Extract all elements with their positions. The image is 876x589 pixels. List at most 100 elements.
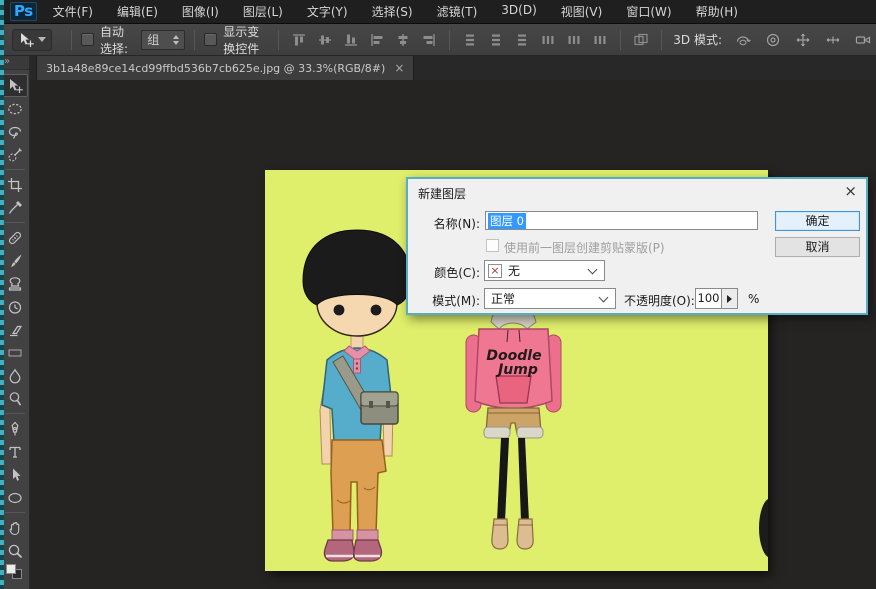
tool-lasso[interactable] xyxy=(2,120,28,143)
color-swatches[interactable] xyxy=(6,564,24,580)
align-top-edges-button[interactable] xyxy=(288,29,310,51)
menu-3D(D)[interactable]: 3D(D) xyxy=(501,3,536,20)
3d-roll-icon xyxy=(765,32,781,48)
blend-mode-dropdown[interactable]: 正常 xyxy=(484,288,616,309)
tool-eyedropper[interactable] xyxy=(2,196,28,219)
menu-文件(F)[interactable]: 文件(F) xyxy=(53,3,93,20)
opacity-slider-button[interactable] xyxy=(721,288,738,309)
color-label: 颜色(C): xyxy=(408,264,480,281)
tool-strip xyxy=(2,70,28,562)
dialog-title: 新建图层 xyxy=(418,185,466,202)
3d-rotate-button[interactable] xyxy=(730,29,756,51)
tool-marquee[interactable] xyxy=(2,97,28,120)
align-horizontal-centers-button[interactable] xyxy=(392,29,414,51)
tool-eraser[interactable] xyxy=(2,318,28,341)
layer-name-selected-text: 图层 0 xyxy=(488,213,526,229)
menu-帮助(H)[interactable]: 帮助(H) xyxy=(696,3,738,20)
3d-mode-label: 3D 模式: xyxy=(673,31,722,48)
align-left-edges-button[interactable] xyxy=(366,29,388,51)
auto-align-group xyxy=(630,29,652,51)
tool-gradient[interactable] xyxy=(2,341,28,364)
layer-name-input[interactable]: 图层 0 xyxy=(485,211,758,230)
document-tab[interactable]: 3b1a48e89ce14cd99ffbd536b7cb625e.jpg @ 3… xyxy=(36,56,414,80)
tool-blur[interactable] xyxy=(2,364,28,387)
tool-spot-healing-brush[interactable] xyxy=(2,226,28,249)
align-left-edges-icon xyxy=(369,32,385,48)
lasso-icon xyxy=(7,124,23,140)
tool-crop[interactable] xyxy=(2,173,28,196)
new-layer-dialog: 新建图层 × 名称(N): 图层 0 确定 使用前一图层创建剪贴蒙版(P) 取消… xyxy=(406,177,868,315)
distribute-horizontal-centers-button[interactable] xyxy=(563,29,585,51)
distribute-top-edges-icon xyxy=(462,32,478,48)
show-transform-controls-label: 显示变换控件 xyxy=(223,23,269,57)
ok-button[interactable]: 确定 xyxy=(775,211,860,231)
distribute-bottom-edges-button[interactable] xyxy=(511,29,533,51)
photoshop-logo: Ps xyxy=(10,2,37,21)
hand-icon xyxy=(7,520,23,536)
3d-drag-button[interactable] xyxy=(790,29,816,51)
tool-path-selection[interactable] xyxy=(2,463,28,486)
pen-icon xyxy=(7,421,23,437)
chevron-down-icon xyxy=(38,37,46,42)
3d-camera-button[interactable] xyxy=(850,29,876,51)
align-right-edges-icon xyxy=(421,32,437,48)
tool-dodge[interactable] xyxy=(2,387,28,410)
show-transform-controls-checkbox[interactable] xyxy=(204,33,217,46)
3d-roll-button[interactable] xyxy=(760,29,786,51)
distribute-left-edges-button[interactable] xyxy=(537,29,559,51)
mode-label: 模式(M): xyxy=(408,292,480,309)
move-tool-options-chip[interactable] xyxy=(12,29,52,51)
tool-ellipse-shape[interactable] xyxy=(2,486,28,509)
move-icon xyxy=(7,78,23,94)
menu-bar: Ps 文件(F) 编辑(E) 图像(I) 图层(L) 文字(Y) 选择(S) 滤镜(T) 3D… xyxy=(0,0,876,24)
close-icon[interactable]: × xyxy=(844,182,857,200)
3d-slide-button[interactable] xyxy=(820,29,846,51)
menu-图像(I)[interactable]: 图像(I) xyxy=(182,3,219,20)
tool-zoom[interactable] xyxy=(2,539,28,562)
menu-窗口(W)[interactable]: 窗口(W) xyxy=(626,3,671,20)
tool-quick-selection[interactable] xyxy=(2,143,28,166)
cancel-button[interactable]: 取消 xyxy=(775,237,860,257)
distribute-top-edges-button[interactable] xyxy=(459,29,481,51)
tool-history-brush[interactable] xyxy=(2,295,28,318)
tool-type[interactable] xyxy=(2,440,28,463)
menu-编辑(E)[interactable]: 编辑(E) xyxy=(117,3,158,20)
align-right-edges-button[interactable] xyxy=(418,29,440,51)
collapse-panel-icon[interactable]: » xyxy=(0,56,29,70)
opacity-input[interactable]: 100 xyxy=(695,288,722,309)
align-vertical-centers-button[interactable] xyxy=(314,29,336,51)
tool-hand[interactable] xyxy=(2,516,28,539)
3d-rotate-icon xyxy=(735,32,751,48)
3d-slide-icon xyxy=(825,32,841,48)
menu-视图(V)[interactable]: 视图(V) xyxy=(561,3,603,20)
tool-brush[interactable] xyxy=(2,249,28,272)
tool-move[interactable] xyxy=(2,74,28,97)
clone-stamp-icon xyxy=(7,276,23,292)
distribute-right-edges-button[interactable] xyxy=(589,29,611,51)
auto-select-checkbox[interactable] xyxy=(81,33,94,46)
distribute-vertical-centers-button[interactable] xyxy=(485,29,507,51)
eyedropper-icon xyxy=(7,200,23,216)
align-bottom-edges-button[interactable] xyxy=(340,29,362,51)
auto-align-layers-button[interactable] xyxy=(630,29,652,51)
menu-滤镜(T)[interactable]: 滤镜(T) xyxy=(437,3,478,20)
foreground-color-swatch[interactable] xyxy=(6,564,16,574)
menu-选择(S)[interactable]: 选择(S) xyxy=(372,3,413,20)
auto-select-group-dropdown[interactable]: 组 xyxy=(141,30,185,50)
separator xyxy=(194,30,195,50)
distribute-right-edges-icon xyxy=(592,32,608,48)
distribute-vertical-centers-icon xyxy=(488,32,504,48)
tool-pen[interactable] xyxy=(2,417,28,440)
distribute-left-edges-icon xyxy=(540,32,556,48)
menu-图层(L)[interactable]: 图层(L) xyxy=(243,3,283,20)
menu-文字(Y)[interactable]: 文字(Y) xyxy=(307,3,348,20)
eraser-icon xyxy=(7,322,23,338)
color-value: 无 xyxy=(508,262,520,279)
close-tab-icon[interactable]: × xyxy=(394,62,404,74)
clipping-mask-label: 使用前一图层创建剪贴蒙版(P) xyxy=(504,239,665,256)
color-dropdown[interactable]: × 无 xyxy=(484,260,605,281)
tool-clone-stamp[interactable] xyxy=(2,272,28,295)
clipping-mask-checkbox[interactable] xyxy=(486,239,499,252)
auto-align-layers-icon xyxy=(633,32,649,48)
ellipse-shape-icon xyxy=(7,490,23,506)
